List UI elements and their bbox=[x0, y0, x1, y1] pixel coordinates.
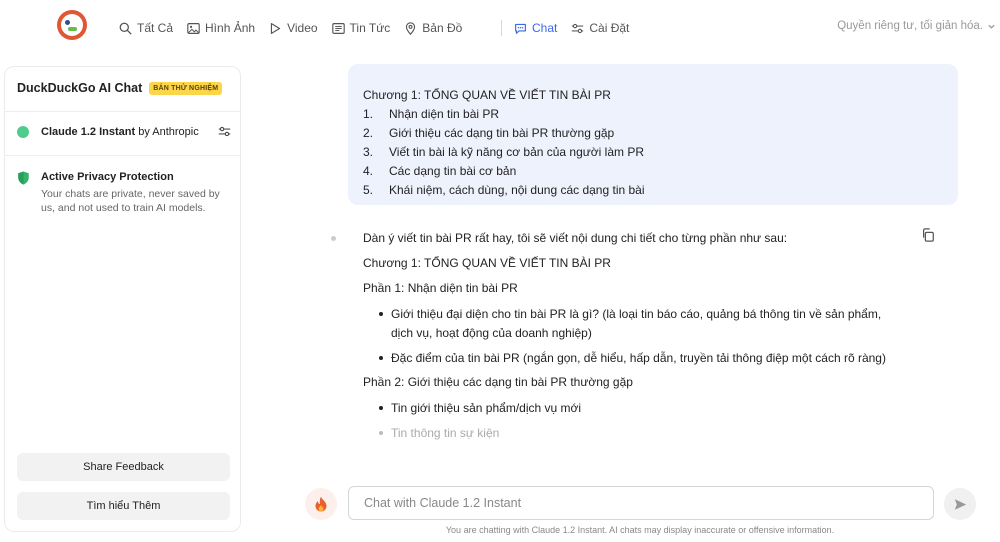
send-icon bbox=[954, 498, 966, 510]
privacy-tagline: Quyền riêng tư, tối giản hóa. bbox=[837, 20, 983, 32]
nav-video[interactable]: Video bbox=[269, 0, 318, 56]
chat-nav: Chat Cài Đặt bbox=[514, 0, 643, 56]
model-settings-icon[interactable] bbox=[218, 125, 231, 138]
user-message-text: Chương 1: TỔNG QUAN VỀ VIẾT TIN BÀI PR 1… bbox=[363, 86, 645, 200]
image-icon bbox=[187, 22, 200, 34]
list-item: 3. Viết tin bài là kỹ năng cơ bản của ngư… bbox=[363, 143, 645, 162]
news-icon bbox=[331, 22, 345, 34]
fire-icon bbox=[315, 496, 327, 512]
list-text: Viết tin bài là kỹ năng cơ bản của người… bbox=[389, 145, 645, 159]
list-item: 5. Khái niệm, cách dùng, nội dung các dạn… bbox=[363, 181, 645, 200]
assistant-chapter: Chương 1: TỔNG QUAN VỀ VIẾT TIN BÀI PR bbox=[363, 256, 611, 270]
assistant-message: Dàn ý viết tin bài PR rất hay, tôi sẽ vi… bbox=[363, 230, 903, 449]
shield-icon bbox=[18, 171, 29, 185]
play-icon bbox=[270, 22, 281, 34]
model-provider: by Anthropic bbox=[135, 125, 199, 138]
nav-news-label: Tin Tức bbox=[349, 21, 391, 35]
nav-images-label: Hình Ảnh bbox=[205, 21, 256, 35]
sidebar-divider bbox=[5, 155, 240, 156]
user-message: Chương 1: TỔNG QUAN VỀ VIẾT TIN BÀI PR 1… bbox=[348, 64, 958, 205]
chevron-down-icon bbox=[988, 24, 995, 29]
model-selector[interactable]: Claude 1.2 Instant by Anthropic bbox=[17, 125, 231, 138]
nav-video-label: Video bbox=[287, 21, 318, 35]
top-bar: Tất Cả Hình Ảnh Video Tin Tức Bản Đồ Cha… bbox=[0, 0, 1000, 56]
list-text: Khái niệm, cách dùng, nội dung các dạng … bbox=[389, 183, 645, 197]
assistant-avatar-icon bbox=[331, 236, 336, 241]
list-item: Đặc điểm của tin bài PR (ngắn gọn, dễ hi… bbox=[363, 349, 903, 368]
share-feedback-button[interactable]: Share Feedback bbox=[17, 453, 230, 481]
nav-maps-label: Bản Đồ bbox=[422, 21, 463, 35]
list-item: Tin giới thiệu sản phẩm/dịch vụ mới bbox=[363, 399, 903, 418]
chat-disclaimer: You are chatting with Claude 1.2 Instant… bbox=[445, 525, 835, 535]
list-item: 4. Các dạng tin bài cơ bản bbox=[363, 162, 645, 181]
nav-settings-label: Cài Đặt bbox=[589, 21, 630, 35]
user-message-heading: Chương 1: TỔNG QUAN VỀ VIẾT TIN BÀI PR bbox=[363, 88, 611, 102]
duckduckgo-logo-icon[interactable] bbox=[57, 10, 87, 40]
learn-more-button[interactable]: Tìm hiểu Thêm bbox=[17, 492, 230, 520]
model-name: Claude 1.2 Instant by Anthropic bbox=[41, 126, 199, 138]
sidebar: DuckDuckGo AI Chat BẢN THỬ NGHIỆM Claude… bbox=[4, 66, 241, 532]
list-text: Các dạng tin bài cơ bản bbox=[389, 164, 517, 178]
sidebar-header: DuckDuckGo AI Chat BẢN THỬ NGHIỆM bbox=[17, 81, 223, 95]
nav-maps[interactable]: Bản Đồ bbox=[404, 0, 462, 56]
nav-settings[interactable]: Cài Đặt bbox=[571, 0, 629, 56]
list-number: 1. bbox=[363, 107, 374, 121]
privacy-menu[interactable]: Quyền riêng tư, tối giản hóa. bbox=[837, 20, 996, 32]
model-name-bold: Claude 1.2 Instant bbox=[41, 125, 136, 138]
list-number: 5. bbox=[363, 183, 374, 197]
nav-divider bbox=[501, 20, 502, 36]
privacy-title: Active Privacy Protection bbox=[41, 171, 174, 183]
search-icon bbox=[119, 22, 132, 35]
sidebar-title: DuckDuckGo AI Chat bbox=[17, 81, 143, 95]
assistant-part-heading: Phần 1: Nhận diện tin bài PR bbox=[363, 281, 518, 295]
nav-all-label: Tất Cả bbox=[137, 21, 174, 35]
sidebar-divider bbox=[5, 111, 240, 112]
chat-bubble-icon bbox=[515, 23, 526, 34]
list-item: 2. Giới thiệu các dạng tin bài PR thường … bbox=[363, 124, 645, 143]
list-number: 4. bbox=[363, 164, 374, 178]
settings-sliders-icon bbox=[572, 23, 584, 33]
beta-badge: BẢN THỬ NGHIỆM bbox=[149, 81, 223, 95]
list-item: 1. Nhận diện tin bài PR bbox=[363, 105, 645, 124]
list-number: 2. bbox=[363, 126, 374, 140]
nav-images[interactable]: Hình Ảnh bbox=[187, 0, 255, 56]
list-item: Giới thiệu đại diện cho tin bài PR là gì… bbox=[363, 305, 903, 343]
list-text: Nhận diện tin bài PR bbox=[389, 107, 500, 121]
chat-input[interactable] bbox=[348, 486, 934, 520]
nav-news[interactable]: Tin Tức bbox=[331, 0, 391, 56]
nav-chat-label: Chat bbox=[532, 21, 558, 35]
nav-chat[interactable]: Chat bbox=[514, 0, 557, 56]
list-text: Giới thiệu các dạng tin bài PR thường gặ… bbox=[389, 126, 615, 140]
fire-clear-button[interactable] bbox=[305, 488, 337, 520]
privacy-protection: Active Privacy Protection Your chats are… bbox=[17, 171, 233, 215]
privacy-description: Your chats are private, never saved by u… bbox=[41, 188, 220, 214]
assistant-part-heading: Phần 2: Giới thiệu các dạng tin bài PR t… bbox=[363, 375, 633, 389]
scroll-fade bbox=[300, 440, 1000, 480]
nav-all[interactable]: Tất Cả bbox=[119, 0, 173, 56]
list-number: 3. bbox=[363, 145, 374, 159]
send-button[interactable] bbox=[944, 488, 976, 520]
assistant-intro: Dàn ý viết tin bài PR rất hay, tôi sẽ vi… bbox=[363, 231, 788, 245]
map-pin-icon bbox=[406, 21, 416, 35]
model-status-icon bbox=[17, 125, 29, 138]
search-nav: Tất Cả Hình Ảnh Video Tin Tức Bản Đồ bbox=[119, 0, 476, 56]
copy-icon[interactable] bbox=[921, 228, 935, 242]
